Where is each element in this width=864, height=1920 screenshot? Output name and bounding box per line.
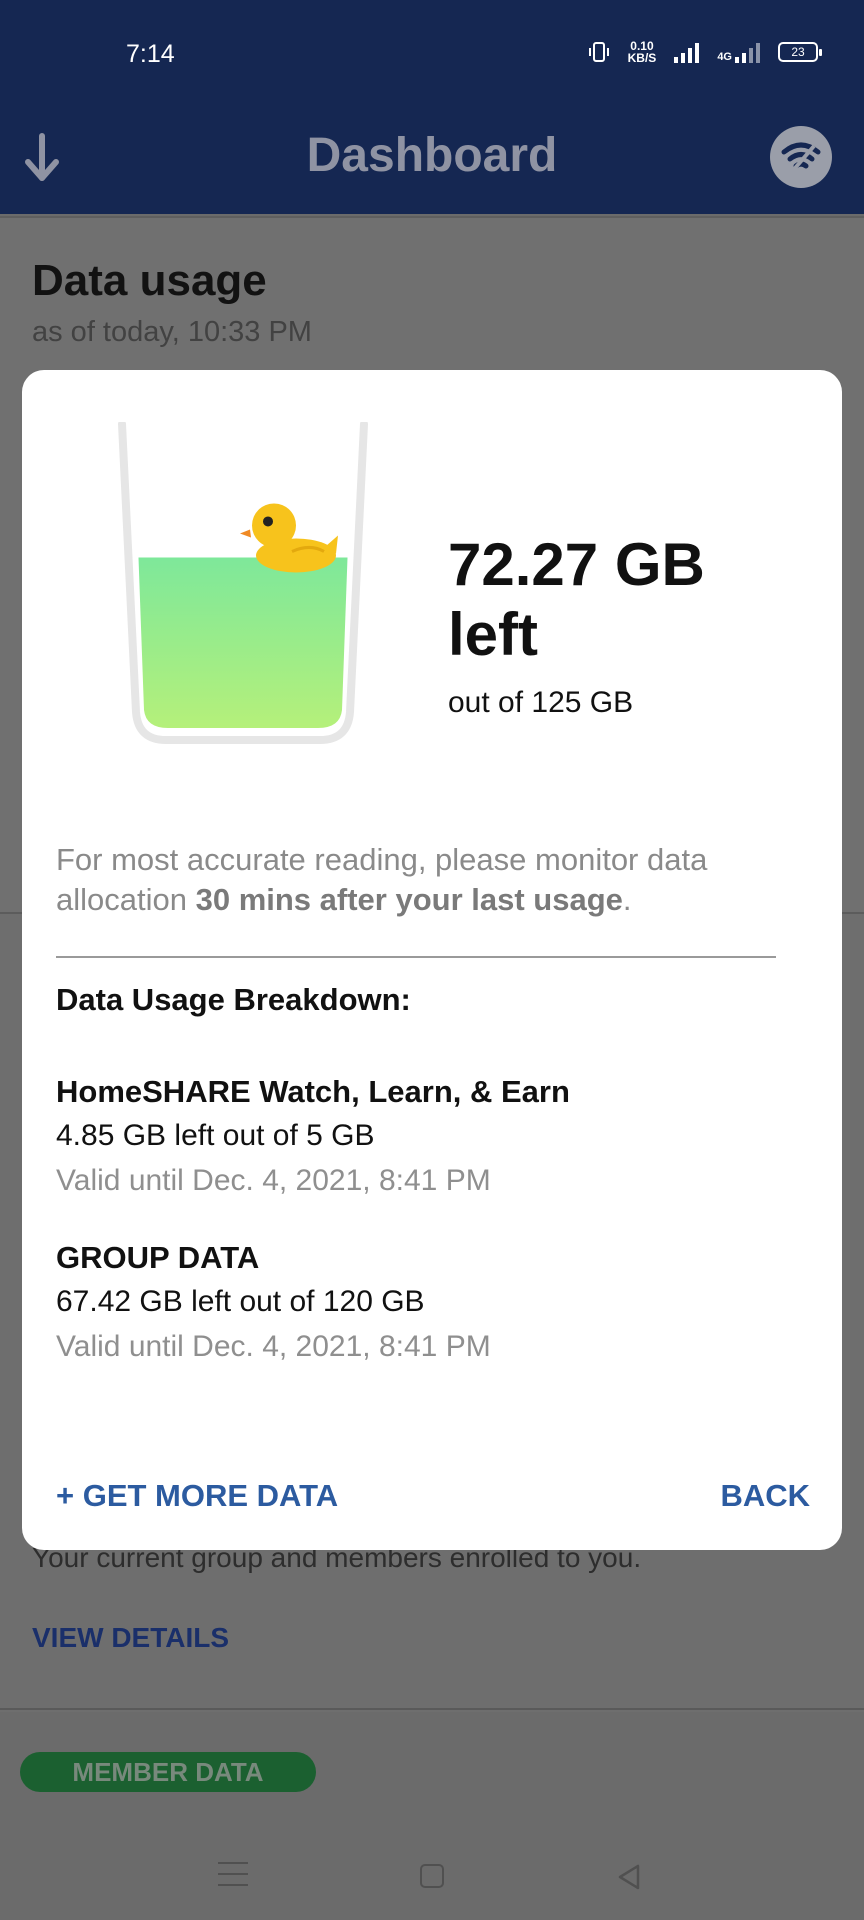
breakdown-item-validity: Valid until Dec. 4, 2021, 8:41 PM <box>56 1164 491 1197</box>
status-icons: 0.10 KB/S 4G 23 <box>588 40 822 64</box>
network-speed: 0.10 KB/S <box>628 40 657 64</box>
divider <box>0 1708 864 1710</box>
get-more-data-button[interactable]: + GET MORE DATA <box>56 1478 338 1514</box>
data-level-liquid <box>138 557 348 728</box>
glass-graphic <box>118 420 368 744</box>
app-header: Dashboard <box>0 106 864 214</box>
wifi-icon <box>781 142 821 176</box>
view-details-link[interactable]: VIEW DETAILS <box>32 1622 229 1654</box>
status-bar: 7:14 0.10 KB/S 4G 23 <box>0 0 864 106</box>
signal-icon <box>674 41 700 63</box>
network-speed-unit: KB/S <box>627 51 657 65</box>
breakdown-item-amount: 4.85 GB left out of 5 GB <box>56 1119 375 1152</box>
breakdown-item-amount: 67.42 GB left out of 120 GB <box>56 1285 425 1318</box>
data-usage-subtitle: as of today, 10:33 PM <box>32 316 312 348</box>
breakdown-item-name: HomeSHARE Watch, Learn, & Earn <box>56 1074 570 1109</box>
vibrate-icon <box>588 42 609 62</box>
divider <box>56 956 776 958</box>
remaining-data-amount: 72.27 GB left <box>448 530 705 670</box>
network-type: 4G <box>717 51 732 63</box>
menu-icon[interactable] <box>218 1862 248 1886</box>
battery-icon: 23 <box>778 42 822 62</box>
accuracy-note-end: . <box>622 882 632 917</box>
breakdown-title: Data Usage Breakdown: <box>56 982 411 1017</box>
breakdown-item-validity: Valid until Dec. 4, 2021, 8:41 PM <box>56 1330 491 1363</box>
total-data-label: out of 125 GB <box>448 686 634 719</box>
remaining-data-suffix: left <box>448 601 538 668</box>
accuracy-note: For most accurate reading, please monito… <box>56 840 816 920</box>
data-balance-dialog: 72.27 GB left out of 125 GB For most acc… <box>22 370 842 1550</box>
signal-4g-icon: 4G <box>717 41 760 63</box>
breakdown-item-name: GROUP DATA <box>56 1240 260 1275</box>
page-title: Dashboard <box>306 129 558 182</box>
home-square-icon[interactable] <box>420 1864 444 1888</box>
system-nav-bar <box>0 1830 864 1920</box>
breakdown-item: GROUP DATA 67.42 GB left out of 120 GB V… <box>56 1236 816 1370</box>
status-time: 7:14 <box>126 40 175 68</box>
back-triangle-icon[interactable] <box>614 1862 644 1892</box>
member-data-pill[interactable]: MEMBER DATA <box>20 1752 316 1792</box>
wifi-button[interactable] <box>770 126 832 188</box>
accuracy-note-emphasis: 30 mins after your last usage <box>195 882 623 917</box>
data-usage-title: Data usage <box>32 256 267 305</box>
breakdown-item: HomeSHARE Watch, Learn, & Earn 4.85 GB l… <box>56 1070 816 1204</box>
remaining-data-value: 72.27 GB <box>448 531 705 598</box>
data-glass-illustration <box>96 420 416 752</box>
back-button[interactable]: BACK <box>720 1478 810 1514</box>
